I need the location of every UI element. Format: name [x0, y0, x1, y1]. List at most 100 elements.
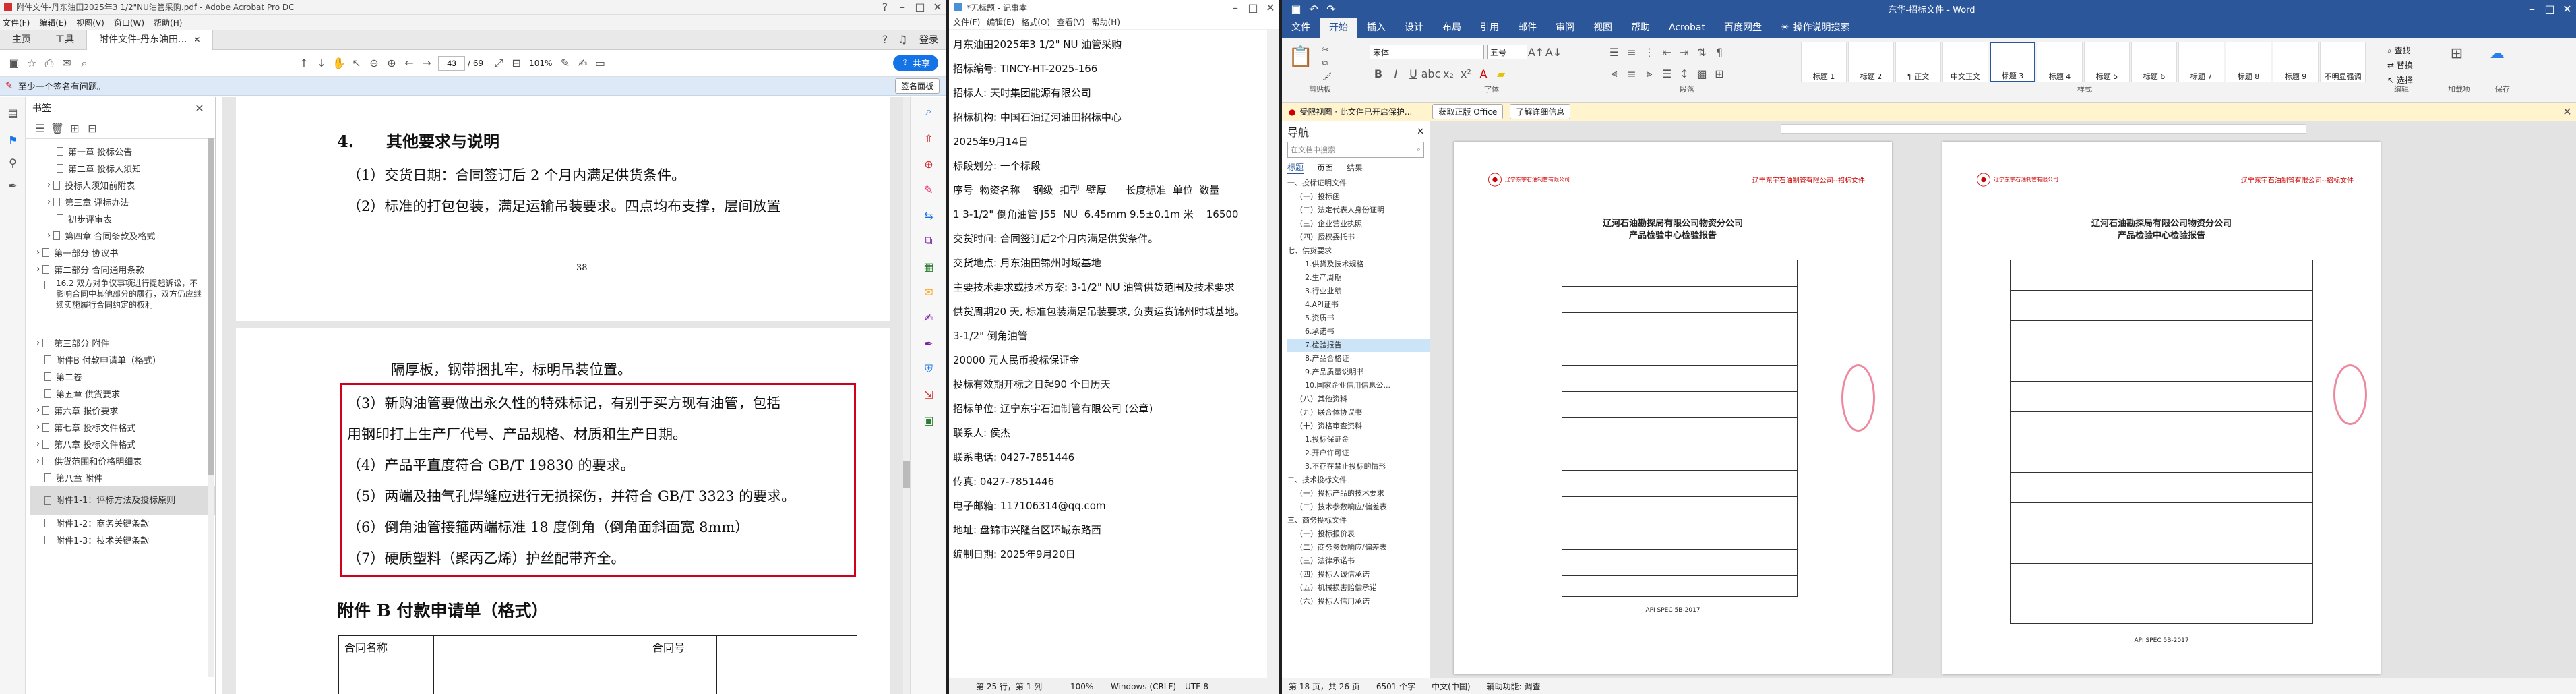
tab-document[interactable]: 附件文件-丹东油田... ✕ [86, 29, 214, 50]
line-spacing-icon[interactable]: ↕ [1676, 65, 1693, 82]
align-left-icon[interactable]: ⫷ [1605, 65, 1623, 82]
style-heading2[interactable]: 标题 2 [1848, 42, 1894, 82]
bookmark-item[interactable]: 第八章 附件 [30, 469, 215, 486]
nav-heading-item[interactable]: （四）授权委托书 [1287, 231, 1430, 244]
close-icon[interactable]: ✕ [2558, 103, 2576, 121]
send-for-signature-icon[interactable]: ✒ [920, 335, 938, 352]
addins-button[interactable]: ⊞ [2448, 45, 2465, 62]
cut-icon[interactable]: ✂ [1322, 43, 1332, 57]
menu-view[interactable]: 视图(V) [76, 17, 104, 28]
tab-baidu[interactable]: 百度网盘 [1715, 18, 1771, 38]
nav-heading-item[interactable]: （三）企业营业执照 [1287, 217, 1430, 231]
tab-home[interactable]: 主页 [0, 30, 43, 50]
style-heading6[interactable]: 标题 6 [2131, 42, 2177, 82]
page-number-input[interactable] [438, 55, 465, 71]
prev-page-icon[interactable]: ← [400, 55, 418, 72]
nav-heading-item[interactable]: 3.不存在禁止投标的情形 [1287, 460, 1430, 473]
superscript-icon[interactable]: x² [1457, 65, 1475, 82]
highlight-icon[interactable]: ▭ [591, 55, 609, 72]
comment-icon[interactable]: ✉ [920, 283, 938, 301]
style-heading7[interactable]: 标题 7 [2178, 42, 2224, 82]
find-button[interactable]: ⌕ 查找 [2387, 43, 2413, 58]
bell-icon[interactable]: ♫ [894, 31, 911, 49]
tab-layout[interactable]: 布局 [1433, 18, 1471, 38]
nav-heading-item[interactable]: （二）法定代表人身份证明 [1287, 204, 1430, 217]
minimize-button[interactable]: – [894, 0, 911, 16]
tell-me-search[interactable]: ☀ 操作说明搜索 [1771, 18, 1860, 38]
nav-tab-headings[interactable]: 标题 [1287, 161, 1304, 174]
expand-chevron-icon[interactable]: › [36, 422, 40, 432]
sign-in-button[interactable]: 登录 [919, 33, 938, 47]
nav-heading-item[interactable]: （二）商务参数响应/偏差表 [1287, 541, 1430, 554]
menu-view[interactable]: 查看(V) [1057, 16, 1085, 28]
nav-heading-item[interactable]: （八）其他资料 [1287, 393, 1430, 406]
tab-home[interactable]: 开始 [1320, 18, 1357, 38]
expand-chevron-icon[interactable]: › [36, 248, 40, 258]
nav-heading-item[interactable]: （一）投标报价表 [1287, 527, 1430, 541]
search-icon[interactable]: ⌕ [75, 55, 93, 72]
bookmark-item[interactable]: › 第四章 合同条款及格式 [30, 227, 215, 244]
style-heading3[interactable]: 标题 3 [1990, 42, 2035, 82]
menu-edit[interactable]: 编辑(E) [987, 16, 1014, 28]
page-thumbnails-icon[interactable]: ▤ [4, 104, 22, 121]
bookmark-item[interactable]: 初步评审表 [30, 210, 215, 227]
nav-heading-item[interactable]: 七、供货要求 [1287, 244, 1430, 258]
fill-sign-icon[interactable]: ✍ [920, 309, 938, 326]
replace-button[interactable]: ⇄ 替换 [2387, 58, 2413, 73]
export-pdf-icon[interactable]: ⇧ [920, 129, 938, 147]
bookmark-item[interactable]: 附件B 付款申请单（格式） [30, 351, 215, 368]
bookmark-item[interactable]: › 第二部分 合同通用条款 [30, 261, 215, 278]
nav-heading-item[interactable]: 二、技术投标文件 [1287, 473, 1430, 487]
menu-file[interactable]: 文件(F) [953, 16, 980, 28]
borders-icon[interactable]: ⊞ [1711, 65, 1728, 82]
delete-icon[interactable]: 🗑 [49, 120, 66, 138]
menu-format[interactable]: 格式(O) [1021, 16, 1050, 28]
bookmark-item[interactable]: 第二章 投标人须知 [30, 160, 215, 177]
menu-file[interactable]: 文件(F) [3, 17, 30, 28]
nav-heading-item[interactable]: 1.投标保证金 [1287, 433, 1430, 446]
tab-insert[interactable]: 插入 [1357, 18, 1395, 38]
style-heading9[interactable]: 标题 9 [2273, 42, 2319, 82]
minimize-button[interactable]: – [2523, 0, 2541, 18]
save-icon[interactable]: ▣ [1287, 0, 1305, 18]
tab-review[interactable]: 审阅 [1546, 18, 1584, 38]
font-name-box[interactable]: 宋体 [1370, 45, 1484, 59]
save-to-baidu-button[interactable]: ☁ [2488, 45, 2506, 62]
nav-heading-item[interactable]: 10.国家企业信用信息公... [1287, 379, 1430, 393]
expand-chevron-icon[interactable]: › [36, 264, 40, 274]
bookmark-item[interactable]: › 第七章 投标文件格式 [30, 419, 215, 436]
new-bookmark-icon[interactable]: ⊞ [66, 120, 84, 138]
close-button[interactable]: ✕ [929, 0, 946, 16]
style-subtle-emphasis[interactable]: 不明显强调 [2320, 42, 2366, 82]
expand-chevron-icon[interactable]: › [36, 439, 40, 449]
next-page-icon[interactable]: → [418, 55, 435, 72]
justify-icon[interactable]: ☰ [1658, 65, 1676, 82]
bookmark-item[interactable]: 第五章 供货要求 [30, 385, 215, 402]
bookmark-item[interactable]: 附件1-3：技术关键条款 [30, 531, 215, 548]
email-icon[interactable]: ✉ [58, 55, 75, 72]
nav-heading-item[interactable]: （四）投标人诚信承诺 [1287, 568, 1430, 581]
align-right-icon[interactable]: ⫸ [1640, 65, 1658, 82]
notepad-text-area[interactable]: 月东油田2025年3 1/2" NU 油管采购 招标编号: TINCY-HT-20… [949, 30, 1267, 678]
nav-heading-item[interactable]: 8.产品合格证 [1287, 352, 1430, 366]
maximize-button[interactable]: □ [911, 0, 929, 16]
expand-chevron-icon[interactable]: › [47, 231, 51, 241]
protect-icon[interactable]: ⛨ [920, 360, 938, 378]
menu-help[interactable]: 帮助(H) [1092, 16, 1120, 28]
bookmark-add-icon[interactable]: ☆ [23, 55, 40, 72]
attachment-icon[interactable]: ⚲ [4, 154, 22, 171]
select-cursor-icon[interactable]: ↖ [348, 55, 365, 72]
decrease-indent-icon[interactable]: ⇤ [1658, 43, 1676, 61]
zoom-out-icon[interactable]: ⊖ [365, 55, 383, 72]
bookmark-item[interactable]: › 供货范围和价格明细表 [30, 453, 215, 469]
sort-icon[interactable]: ⇅ [1693, 43, 1711, 61]
tag-icon[interactable]: ⊟ [84, 120, 101, 138]
page-up-icon[interactable]: ↑ [295, 55, 313, 72]
nav-heading-item[interactable]: （五）机械损害赔偿承诺 [1287, 581, 1430, 595]
increase-indent-icon[interactable]: ⇥ [1676, 43, 1693, 61]
export-icon[interactable]: ⇆ [920, 206, 938, 224]
underline-icon[interactable]: U [1405, 65, 1422, 82]
minimize-button[interactable]: – [1227, 0, 1244, 16]
bookmark-item[interactable]: › 第三章 评标办法 [30, 194, 215, 210]
nav-heading-item[interactable]: 6.承诺书 [1287, 325, 1430, 339]
